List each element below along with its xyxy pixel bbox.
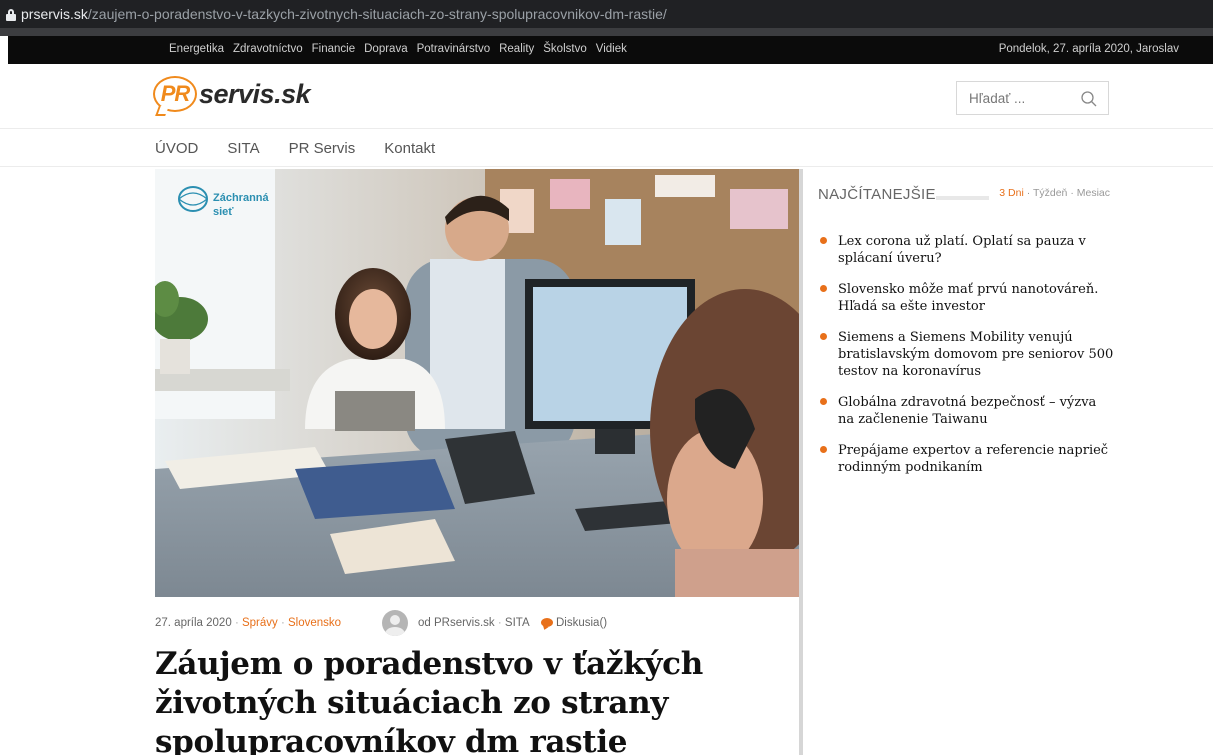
- discussion-label: Diskusia(): [556, 617, 608, 629]
- tab-mesiac[interactable]: Mesiac: [1077, 187, 1110, 199]
- most-read-item-label[interactable]: Slovensko môže mať prvú nanotováreň. Hľa…: [838, 282, 1098, 314]
- url-domain: prservis.sk: [21, 6, 88, 22]
- category-link-slovensko[interactable]: Slovensko: [288, 617, 341, 629]
- category-link-doprava[interactable]: Doprava: [364, 43, 407, 55]
- category-link-energetika[interactable]: Energetika: [169, 43, 224, 55]
- article-meta: 27. apríla 2020 · Správy · Slovensko od …: [155, 610, 799, 636]
- url-text[interactable]: prservis.sk/zaujem-o-poradenstvo-v-tazky…: [21, 6, 667, 22]
- category-link-vidiek[interactable]: Vidiek: [596, 43, 627, 55]
- most-read-title-rule: [936, 196, 989, 200]
- nav-item-kontakt[interactable]: Kontakt: [384, 140, 435, 157]
- bullet-dot-icon: [820, 333, 827, 340]
- content-sidebar-divider: [799, 169, 803, 755]
- most-read-item[interactable]: Slovensko môže mať prvú nanotováreň. Hľa…: [820, 281, 1116, 315]
- author-avatar: [382, 610, 408, 636]
- browser-url-bar[interactable]: prservis.sk/zaujem-o-poradenstvo-v-tazky…: [0, 0, 1213, 36]
- category-link-reality[interactable]: Reality: [499, 43, 534, 55]
- search-box[interactable]: Hľadať ...: [956, 81, 1109, 115]
- nav-item-sita[interactable]: SITA: [227, 140, 259, 157]
- most-read-item-label[interactable]: Prepájame expertov a referencie naprieč …: [838, 443, 1108, 475]
- most-read-item-label[interactable]: Siemens a Siemens Mobility venujú bratis…: [838, 330, 1113, 379]
- top-category-nav: Energetika Zdravotníctvo Financie Doprav…: [8, 36, 1213, 64]
- article-title: Záujem o poradenstvo v ťažkých životných…: [155, 646, 703, 755]
- article-date: 27. apríla 2020: [155, 617, 232, 629]
- author-name[interactable]: od PRservis.sk: [418, 617, 495, 629]
- logo-pr-text: PR: [160, 81, 191, 106]
- nav-divider: [0, 166, 1213, 167]
- office-scene-illustration: Záchranná sieť: [155, 169, 799, 597]
- most-read-item[interactable]: Prepájame expertov a referencie naprieč …: [820, 442, 1116, 476]
- main-nav: ÚVOD SITA PR Servis Kontakt: [155, 140, 464, 157]
- article-featured-image: Záchranná sieť: [155, 169, 799, 597]
- most-read-tabs: 3 Dni · Týždeň · Mesiac: [999, 187, 1110, 199]
- header-divider: [0, 128, 1213, 129]
- bullet-dot-icon: [820, 237, 827, 244]
- category-link-potravinarstvo[interactable]: Potravinárstvo: [417, 43, 491, 55]
- tab-3-dni[interactable]: 3 Dni: [999, 187, 1024, 199]
- tab-tyzden[interactable]: Týždeň: [1033, 187, 1067, 199]
- logo-name-text: servis.sk: [199, 78, 311, 109]
- badge-line1: Záchranná: [213, 192, 270, 204]
- lock-icon: [6, 9, 16, 21]
- discussion-link[interactable]: Diskusia(): [541, 617, 607, 629]
- nav-item-uvod[interactable]: ÚVOD: [155, 140, 198, 157]
- most-read-header: NAJČÍTANEJŠIE 3 Dni · Týždeň · Mesiac: [818, 186, 1110, 204]
- logo-speech-bubble: PR: [153, 76, 197, 116]
- most-read-item[interactable]: Siemens a Siemens Mobility venujú bratis…: [820, 329, 1116, 380]
- most-read-item-label[interactable]: Globálna zdravotná bezpečnosť – výzva na…: [838, 395, 1096, 427]
- comment-icon: [541, 618, 553, 627]
- category-links: Energetika Zdravotníctvo Financie Doprav…: [169, 43, 627, 55]
- article-source: SITA: [504, 617, 530, 629]
- most-read-title: NAJČÍTANEJŠIE: [818, 186, 936, 203]
- badge-line2: sieť: [213, 206, 234, 218]
- url-path: /zaujem-o-poradenstvo-v-tazkych-zivotnyc…: [87, 6, 667, 22]
- category-link-zdravotnictvo[interactable]: Zdravotníctvo: [233, 43, 303, 55]
- category-link-skolstvo[interactable]: Školstvo: [543, 43, 586, 55]
- search-input[interactable]: Hľadať ...: [969, 91, 1025, 106]
- category-link-financie[interactable]: Financie: [312, 43, 355, 55]
- current-date: Pondelok, 27. apríla 2020, Jaroslav: [998, 43, 1179, 55]
- bullet-dot-icon: [820, 285, 827, 292]
- site-logo[interactable]: PR servis.sk: [153, 74, 311, 116]
- category-link-spravy[interactable]: Správy: [242, 617, 278, 629]
- most-read-item[interactable]: Globálna zdravotná bezpečnosť – výzva na…: [820, 394, 1116, 428]
- bullet-dot-icon: [820, 398, 827, 405]
- bullet-dot-icon: [820, 446, 827, 453]
- url-bar-divider: [0, 28, 1213, 36]
- most-read-item-label[interactable]: Lex corona už platí. Oplatí sa pauza v s…: [838, 234, 1086, 266]
- search-icon[interactable]: [1080, 90, 1098, 108]
- most-read-list: Lex corona už platí. Oplatí sa pauza v s…: [820, 233, 1116, 490]
- nav-item-pr-servis[interactable]: PR Servis: [289, 140, 356, 157]
- most-read-item[interactable]: Lex corona už platí. Oplatí sa pauza v s…: [820, 233, 1116, 267]
